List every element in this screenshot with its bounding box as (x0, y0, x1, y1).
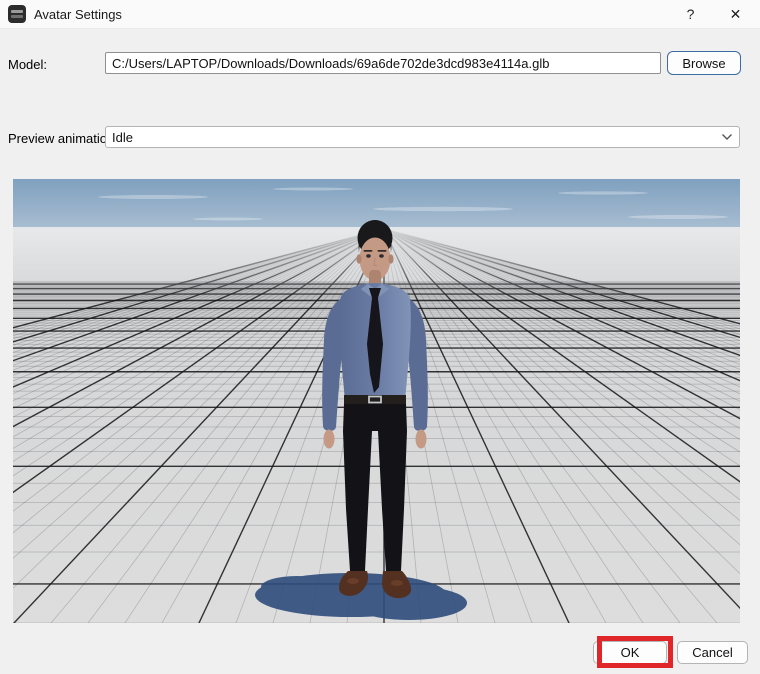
app-icon (8, 5, 26, 23)
avatar-shoe-highlight-left (347, 578, 359, 584)
avatar-brow-left (363, 250, 373, 252)
window-title: Avatar Settings (34, 6, 122, 22)
cancel-button[interactable]: Cancel (677, 641, 748, 664)
model-label: Model: (8, 57, 48, 72)
close-button[interactable]: ✕ (713, 0, 758, 28)
model-path-input[interactable] (105, 52, 661, 74)
preview-animation-value: Idle (112, 129, 133, 145)
ok-button[interactable]: OK (593, 641, 667, 664)
avatar-hand-right (415, 429, 427, 449)
avatar-hand-left (323, 429, 335, 449)
preview-animation-label: Preview animation (8, 131, 115, 146)
avatar-pants-hip (343, 404, 407, 431)
avatar-shoe-highlight-right (391, 580, 403, 586)
browse-button[interactable]: Browse (667, 51, 741, 75)
title-bar: Avatar Settings ? ✕ (0, 0, 760, 29)
avatar-brow-right (377, 250, 387, 252)
avatar-preview-scene (13, 179, 740, 623)
chevron-down-icon (722, 134, 732, 140)
avatar-eye-left (366, 254, 371, 258)
avatar-ear-right (388, 254, 394, 264)
avatar-eye-right (379, 254, 384, 258)
preview-animation-select[interactable]: Idle (105, 126, 740, 148)
avatar-ear-left (356, 254, 362, 264)
help-button[interactable]: ? (668, 0, 713, 28)
avatar-3d-viewport[interactable] (13, 179, 740, 623)
